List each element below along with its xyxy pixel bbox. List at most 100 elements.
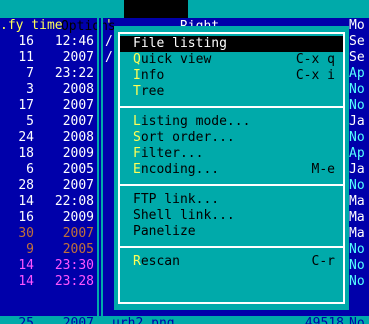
menu-item-shortcut: M-e (311, 162, 335, 177)
file-row-time: 2007 (62, 226, 94, 241)
menu-item-filter[interactable]: Filter... (120, 146, 343, 162)
file-row-time: 2005 (62, 242, 94, 257)
directory-slash: / (105, 34, 113, 49)
menu-item-hotkey: S (133, 130, 141, 145)
menu-item-hotkey: Q (133, 52, 141, 67)
menu-item-hotkey: F (133, 146, 141, 161)
file-row-date: 11 (18, 50, 34, 65)
menu-item-text: Panelize (133, 224, 196, 239)
right-column-cell: No (349, 274, 365, 289)
right-column-cell: No (349, 98, 365, 113)
file-row-time: 2007 (62, 114, 94, 129)
file-row-date: 3 (26, 82, 34, 97)
file-row-date: 17 (18, 98, 34, 113)
file-row-time: 23:30 (54, 258, 94, 273)
right-column-cell: No (349, 258, 365, 273)
file-row-time: 2009 (62, 146, 94, 161)
menu-item-text: ilter... (140, 146, 204, 161)
directory-slash: / (105, 50, 113, 65)
menu-item-label: Listing mode... (133, 114, 250, 130)
menu-item-label: Shell link... (133, 208, 235, 224)
menu-item-shortcut: C-x q (295, 52, 335, 67)
menu-separator (120, 246, 343, 248)
right-column-cell: No (349, 178, 365, 193)
menu-item-label: File listing (133, 36, 227, 52)
menu-item-hotkey: I (133, 68, 141, 83)
menu-item-hotkey: R (133, 254, 141, 269)
menu-right[interactable]: Right (124, 0, 219, 34)
right-column-cell: Ma (349, 194, 365, 209)
right-column-cell: No (349, 130, 365, 145)
menu-item-text: nfo (140, 68, 165, 83)
file-row-date: 28 (18, 178, 34, 193)
bottom-row-name: urh2.png (112, 316, 175, 324)
menu-item-sort-order[interactable]: Sort order... (120, 130, 343, 146)
column-header-name-fragment: ' (105, 18, 113, 33)
bottom-row-tail: No (349, 316, 365, 324)
right-column-cell: Mo (349, 18, 365, 33)
file-row-date: 9 (26, 242, 34, 257)
menu-item-text: ree (140, 84, 165, 99)
bottom-row-size: 49518 (304, 316, 344, 324)
file-row-time: 2009 (62, 210, 94, 225)
menu-item-panelize[interactable]: Panelize (120, 224, 343, 240)
menu-item-file-listing[interactable]: File listing (120, 36, 343, 52)
menu-item-rescan[interactable]: Rescan C-r (120, 254, 343, 270)
menu-separator (120, 106, 343, 108)
menu-item-listing-mode[interactable]: Listing mode... (120, 114, 343, 130)
file-row-date: 5 (26, 114, 34, 129)
column-separator (97, 18, 99, 324)
menu-item-label: Rescan (133, 254, 180, 270)
file-row-date: 14 (18, 258, 34, 273)
right-column-cell: Ap (349, 146, 365, 161)
menu-item-label: Panelize (133, 224, 196, 240)
menu-item-shortcut: C-x i (295, 68, 335, 83)
menu-options[interactable]: Options (0, 0, 116, 34)
menu-item-encoding[interactable]: Encoding... M-e (120, 162, 343, 178)
bottom-row-date: 25 (18, 316, 34, 324)
file-row-time: 2008 (62, 130, 94, 145)
file-row-date: 7 (26, 66, 34, 81)
menu-item-ftp-link[interactable]: FTP link... (120, 192, 343, 208)
right-column-cell: No (349, 82, 365, 97)
menu-item-label: Quick view (133, 52, 211, 68)
menu-item-text: uick view (140, 52, 212, 67)
menu-item-hotkey: T (133, 84, 141, 99)
file-row-time: 2007 (62, 50, 94, 65)
file-row-date: 6 (26, 162, 34, 177)
menu-item-quick-view[interactable]: Quick view C-x q (120, 52, 343, 68)
file-row-date: 14 (18, 274, 34, 289)
menu-item-text: ort order... (140, 130, 235, 145)
file-row-date: 18 (18, 146, 34, 161)
menu-separator (120, 184, 343, 186)
file-row-date: 16 (18, 34, 34, 49)
menu-item-hotkey: L (133, 114, 141, 129)
file-row-time: 2007 (62, 98, 94, 113)
menu-item-text: Shell link... (133, 208, 235, 223)
file-row-date: 16 (18, 210, 34, 225)
menu-item-shell-link[interactable]: Shell link... (120, 208, 343, 224)
menu-item-text: escan (140, 254, 180, 269)
menu-item-info[interactable]: Info C-x i (120, 68, 343, 84)
menu-item-hotkey: E (133, 162, 141, 177)
right-column-cell: Ja (349, 114, 365, 129)
file-row-time: 12:46 (54, 34, 94, 49)
menu-item-shortcut: C-r (311, 254, 335, 269)
file-row-date: 24 (18, 130, 34, 145)
menu-item-label: Tree (133, 84, 164, 100)
file-manager-screen: Options Right .fy time ' 16 12:46 11 2007 7 2… (0, 0, 369, 324)
file-row-time: 2008 (62, 82, 94, 97)
file-row-date: 14 (18, 194, 34, 209)
column-header-modify-time[interactable]: .fy time (0, 18, 63, 34)
menu-item-label: Encoding... (133, 162, 219, 178)
column-separator (101, 18, 103, 324)
right-column-cell: Se (349, 34, 365, 49)
right-menu-dropdown: File listing Quick view C-x q Info C-x i Tree… (114, 26, 349, 310)
menu-item-tree[interactable]: Tree (120, 84, 343, 100)
right-column-cell: No (349, 242, 365, 257)
file-row-time: 22:08 (54, 194, 94, 209)
bottom-row-time: 2007 (62, 316, 94, 324)
bottom-file-row[interactable]: 25 2007 urh2.png 49518 No (0, 316, 369, 324)
menu-bar: Options Right (0, 0, 369, 34)
menu-item-label: FTP link... (133, 192, 219, 208)
